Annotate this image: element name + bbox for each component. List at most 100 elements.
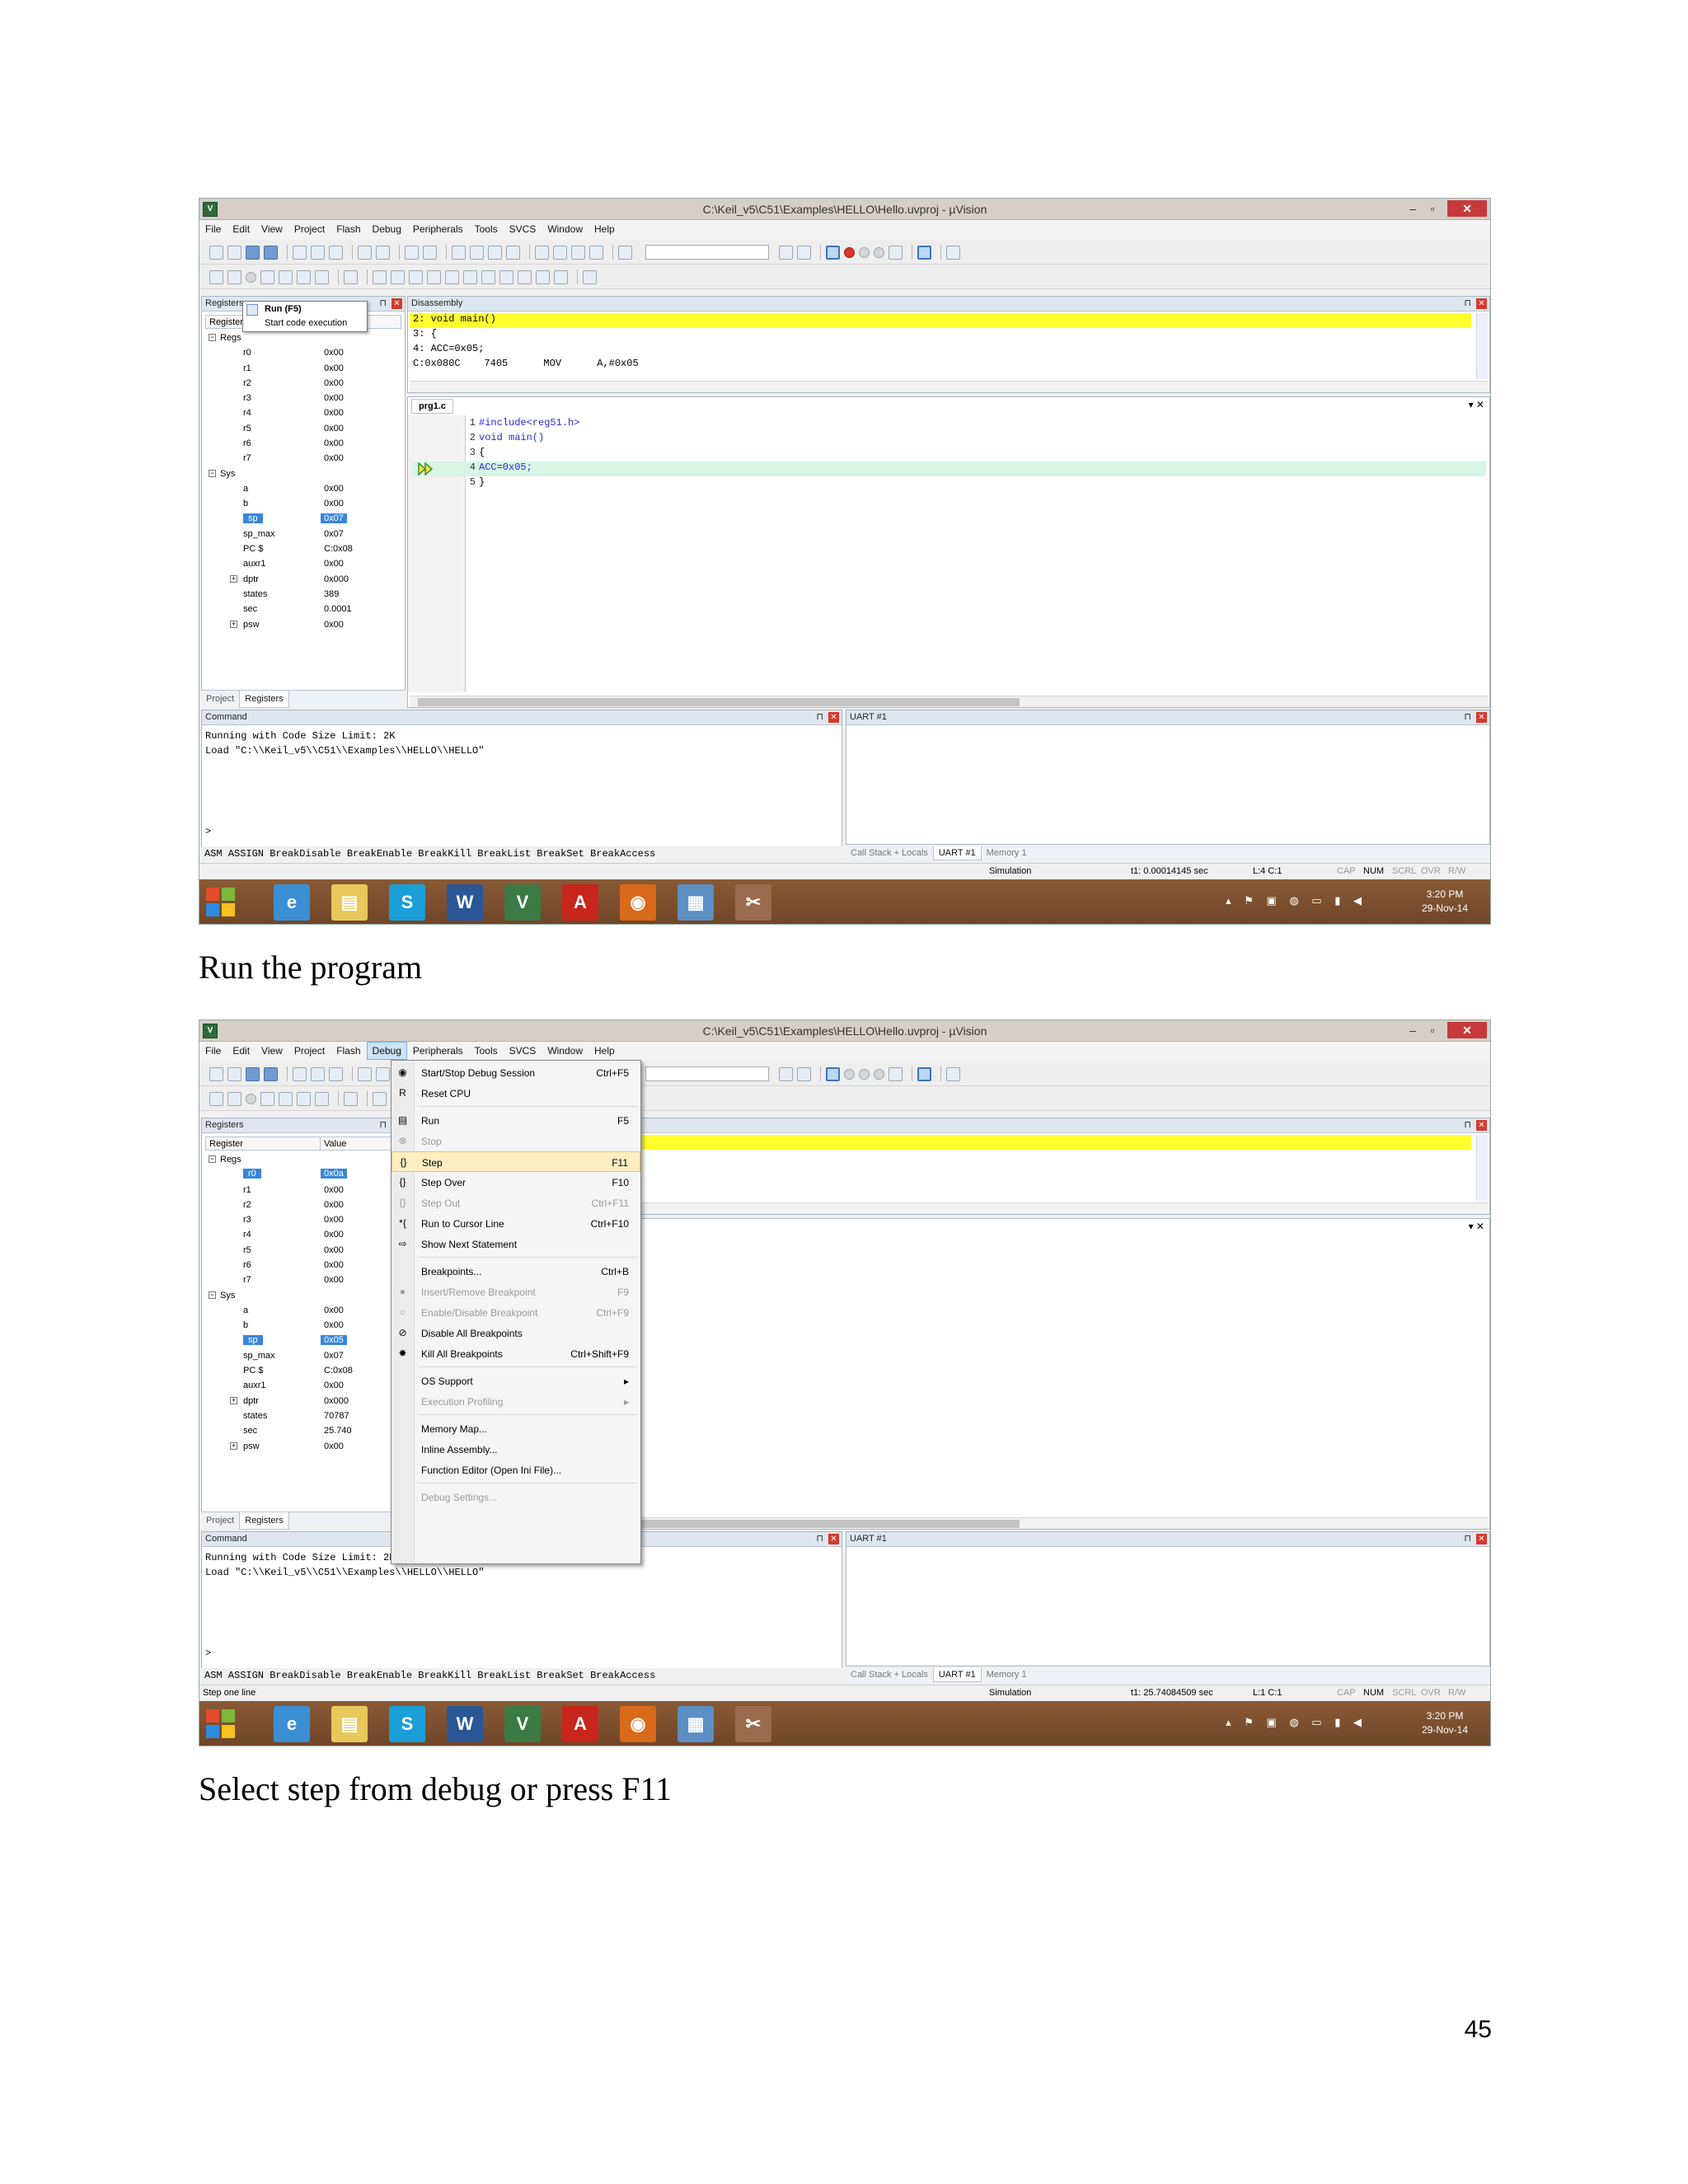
register-row[interactable]: sec 0.0001	[205, 602, 401, 617]
register-value[interactable]: 0x00	[321, 1245, 347, 1255]
menu-help[interactable]: Help	[588, 1042, 621, 1060]
register-row[interactable]: r0 0x00	[205, 346, 401, 361]
acrobat-icon[interactable]: A	[562, 1706, 598, 1742]
register-value[interactable]: 0x07	[321, 1351, 347, 1361]
file-explorer-icon[interactable]: ▤	[331, 1706, 368, 1742]
register-row[interactable]: − Regs	[205, 1153, 401, 1168]
taskbar-clock[interactable]: 3:20 PM 29-Nov-14	[1408, 888, 1482, 916]
register-value[interactable]: 0x00	[321, 1380, 347, 1390]
network-app-icon[interactable]: ▦	[678, 884, 714, 921]
register-row[interactable]: − Sys	[205, 1289, 401, 1304]
taskbar-clock[interactable]: 3:20 PM 29-Nov-14	[1408, 1709, 1482, 1737]
analysis-window-icon[interactable]	[518, 269, 532, 284]
command-window-icon[interactable]	[373, 269, 387, 284]
pin-icon[interactable]: ⊓	[1464, 298, 1471, 308]
indent-icon[interactable]	[535, 245, 549, 260]
find-in-files-icon[interactable]	[618, 245, 632, 260]
command-prompt[interactable]: >	[205, 826, 211, 837]
expand-icon[interactable]: +	[230, 620, 237, 628]
register-row[interactable]: + psw 0x00	[205, 1440, 401, 1455]
register-column-header[interactable]: Register	[209, 317, 243, 327]
value-column-header[interactable]: Value	[320, 1137, 349, 1150]
redo-icon[interactable]	[376, 1066, 390, 1081]
register-value[interactable]: 0x00	[321, 348, 347, 358]
debug-menu-item[interactable]: R Reset CPU	[392, 1083, 640, 1104]
run-icon[interactable]	[227, 269, 241, 284]
expand-icon[interactable]: +	[230, 574, 237, 583]
register-row[interactable]: r4 0x00	[205, 406, 401, 421]
debug-menu-item[interactable]: ⊘ Disable All Breakpoints	[392, 1323, 640, 1343]
run-to-cursor-icon[interactable]	[315, 269, 329, 284]
disable-all-breakpoints-icon[interactable]	[873, 246, 884, 258]
save-icon[interactable]	[246, 245, 260, 260]
menu-file[interactable]: File	[199, 1042, 227, 1060]
register-value[interactable]: 389	[321, 589, 342, 599]
word-icon[interactable]: W	[447, 884, 483, 921]
memory-window-icon[interactable]	[481, 269, 495, 284]
close-panel-icon[interactable]: ✕	[1476, 298, 1487, 309]
skype-icon[interactable]: S	[389, 1706, 425, 1742]
register-value[interactable]: 0x00	[321, 1215, 347, 1225]
menu-view[interactable]: View	[256, 220, 288, 238]
debug-menu-item[interactable]: ● Insert/Remove Breakpoint F9	[392, 1282, 640, 1302]
register-row[interactable]: + dptr 0x000	[205, 1394, 401, 1409]
menu-svcs[interactable]: SVCS	[504, 220, 542, 238]
kill-breakpoints-icon[interactable]	[888, 245, 903, 260]
register-row[interactable]: PC $ C:0x08	[205, 1364, 401, 1379]
registers-window-icon[interactable]	[427, 269, 441, 284]
paste-icon[interactable]	[329, 1066, 343, 1081]
pin-icon[interactable]: ⊓	[379, 298, 387, 308]
configure-icon[interactable]	[945, 245, 960, 260]
file-explorer-icon[interactable]: ▤	[331, 884, 368, 921]
pin-icon[interactable]: ⊓	[816, 711, 823, 722]
register-value[interactable]: 0x00	[321, 1320, 347, 1330]
register-row[interactable]: sp 0x07	[205, 513, 401, 527]
find-icon[interactable]	[778, 1066, 793, 1081]
close-panel-icon[interactable]: ✕	[1476, 1534, 1487, 1544]
debug-menu-item[interactable]: Inline Assembly...	[392, 1439, 640, 1460]
incremental-find-icon[interactable]	[796, 245, 811, 260]
register-value[interactable]: 0x00	[321, 1305, 347, 1315]
register-value[interactable]: 0.0001	[321, 604, 355, 614]
register-row[interactable]: r7 0x00	[205, 1273, 401, 1288]
register-value[interactable]: 0x00	[321, 393, 347, 403]
debug-menu-item[interactable]: Memory Map...	[392, 1418, 640, 1439]
copy-icon[interactable]	[311, 1066, 325, 1081]
pin-icon[interactable]: ⊓	[379, 1119, 387, 1130]
register-value[interactable]: 0x00	[321, 1200, 347, 1210]
register-row[interactable]: auxr1 0x00	[205, 557, 401, 572]
register-value[interactable]: 0x07	[321, 529, 347, 539]
register-value[interactable]: 0x05	[321, 1334, 347, 1345]
collapse-icon[interactable]: −	[209, 1155, 216, 1163]
internet-explorer-icon[interactable]: e	[274, 884, 310, 921]
register-value[interactable]: 0x00	[321, 620, 347, 630]
register-row[interactable]: a 0x00	[205, 482, 401, 497]
register-row[interactable]: + dptr 0x000	[205, 573, 401, 588]
restore-button[interactable]: ▫	[1423, 200, 1442, 217]
register-value[interactable]: 0x00	[321, 559, 347, 569]
enable-breakpoint-icon[interactable]	[858, 246, 870, 258]
run-to-cursor-icon[interactable]	[315, 1091, 329, 1106]
register-value[interactable]: 0x00	[321, 363, 347, 373]
menu-edit[interactable]: Edit	[227, 1042, 256, 1060]
menu-view[interactable]: View	[256, 1042, 288, 1060]
menu-peripherals[interactable]: Peripherals	[407, 1042, 469, 1060]
register-row[interactable]: PC $ C:0x08	[205, 542, 401, 557]
serial-window-icon[interactable]	[499, 269, 513, 284]
firefox-icon[interactable]: ◉	[620, 884, 656, 921]
register-column-header[interactable]: Register	[209, 1139, 243, 1149]
menu-edit[interactable]: Edit	[227, 220, 256, 238]
minimize-button[interactable]: –	[1403, 200, 1423, 217]
collapse-icon[interactable]: −	[209, 469, 216, 477]
debug-menu-item[interactable]: OS Support ▸	[392, 1371, 640, 1391]
expand-icon[interactable]: +	[230, 1441, 237, 1450]
window-layout-icon[interactable]	[917, 1066, 931, 1081]
keil-icon[interactable]: V	[504, 884, 541, 921]
register-value[interactable]: 0x0a	[321, 1169, 347, 1179]
register-row[interactable]: r4 0x00	[205, 1228, 401, 1243]
debug-menu-item[interactable]: ⇨ Show Next Statement	[392, 1234, 640, 1254]
debug-menu-item[interactable]: {} Step Out Ctrl+F11	[392, 1193, 640, 1213]
show-next-statement-icon[interactable]	[344, 1091, 358, 1106]
pin-icon[interactable]: ⊓	[1464, 1119, 1471, 1130]
system-tray[interactable]: ▴ ⚑ ▣ ◍ ▭ ▮ ◀	[1226, 1716, 1367, 1729]
